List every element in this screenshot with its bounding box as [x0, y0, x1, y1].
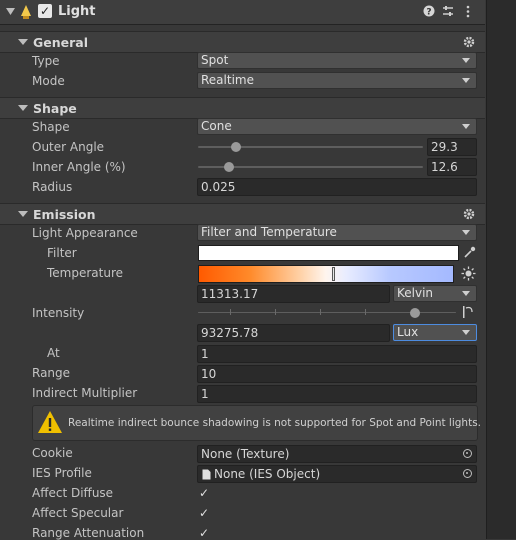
intensity-tick [275, 309, 276, 315]
outer-angle-label: Outer Angle [32, 140, 105, 154]
component-enabled-checkbox[interactable]: ✓ [38, 4, 52, 18]
radius-field[interactable]: 0.025 [197, 178, 477, 196]
ies-profile-object-field[interactable]: None (IES Object) [197, 465, 477, 483]
light-appearance-value: Filter and Temperature [201, 225, 337, 239]
warning-icon [38, 411, 62, 433]
section-general[interactable]: General [0, 31, 485, 53]
section-title: Emission [33, 207, 96, 222]
filter-color-swatch[interactable] [198, 245, 459, 261]
intensity-tick [230, 309, 231, 315]
ies-profile-value: None (IES Object) [214, 467, 321, 481]
outer-angle-field[interactable]: 29.3 [427, 138, 477, 156]
outer-angle-slider-handle[interactable] [231, 142, 241, 152]
cookie-object-field[interactable]: None (Texture) [197, 445, 477, 463]
affect-specular-checkbox[interactable]: ✓ [197, 506, 211, 520]
range-label: Range [32, 366, 71, 380]
type-label: Type [32, 54, 60, 68]
chevron-down-icon [462, 330, 470, 335]
range-field[interactable]: 10 [197, 365, 477, 383]
foldout-arrow-icon[interactable] [18, 211, 28, 217]
gear-icon[interactable] [462, 207, 476, 221]
svg-text:?: ? [426, 8, 431, 18]
at-field[interactable]: 1 [197, 345, 477, 363]
light-appearance-dropdown[interactable]: Filter and Temperature [197, 224, 477, 241]
mode-dropdown[interactable]: Realtime [197, 72, 477, 89]
section-title: General [33, 35, 88, 50]
foldout-arrow-icon[interactable] [18, 105, 28, 111]
kebab-menu-icon[interactable] [465, 5, 471, 18]
scrollbar-gutter[interactable] [486, 0, 516, 539]
intensity-tick [320, 309, 321, 315]
filter-label: Filter [47, 246, 77, 260]
presets-icon[interactable] [442, 5, 454, 17]
inner-angle-field[interactable]: 12.6 [427, 158, 477, 176]
file-icon [202, 469, 211, 480]
affect-specular-label: Affect Specular [32, 506, 124, 520]
cookie-label: Cookie [32, 446, 73, 460]
object-picker-icon[interactable] [463, 449, 472, 458]
temperature-unit-dropdown[interactable]: Kelvin [393, 285, 477, 302]
mode-label: Mode [32, 74, 65, 88]
light-icon [21, 5, 31, 19]
shape-value: Cone [201, 119, 232, 133]
eyedropper-icon[interactable] [463, 246, 476, 259]
shape-dropdown[interactable]: Cone [197, 118, 477, 135]
indirect-multiplier-label: Indirect Multiplier [32, 386, 138, 400]
warning-text: Realtime indirect bounce shadowing is no… [68, 417, 482, 429]
chevron-down-icon [462, 58, 470, 63]
foldout-arrow-icon[interactable] [6, 8, 15, 16]
intensity-unit-dropdown[interactable]: Lux [393, 324, 477, 341]
at-label: At [47, 346, 60, 360]
chevron-down-icon [462, 230, 470, 235]
type-dropdown[interactable]: Spot [197, 52, 477, 69]
component-header[interactable]: ✓ Light ? [0, 0, 485, 25]
temperature-field[interactable]: 11313.17 [197, 285, 390, 303]
intensity-label: Intensity [32, 306, 85, 320]
light-appearance-label: Light Appearance [32, 226, 138, 240]
section-shape[interactable]: Shape [0, 97, 485, 119]
temperature-slider-handle[interactable] [332, 267, 335, 281]
chevron-down-icon [462, 124, 470, 129]
sun-icon [461, 266, 476, 281]
temperature-label: Temperature [47, 266, 124, 280]
ies-profile-label: IES Profile [32, 466, 92, 480]
temperature-unit-value: Kelvin [397, 286, 434, 300]
affect-diffuse-checkbox[interactable]: ✓ [197, 486, 211, 500]
warning-helpbox: Realtime indirect bounce shadowing is no… [32, 405, 482, 441]
indirect-multiplier-field[interactable]: 1 [197, 385, 477, 403]
intensity-unit-value: Lux [397, 325, 419, 339]
component-title: Light [58, 4, 96, 19]
section-emission[interactable]: Emission [0, 203, 485, 225]
object-picker-icon[interactable] [463, 469, 472, 478]
chevron-down-icon [462, 78, 470, 83]
range-attenuation-label: Range Attenuation [32, 526, 145, 540]
foldout-arrow-icon[interactable] [18, 39, 28, 45]
range-attenuation-checkbox[interactable]: ✓ [197, 526, 211, 540]
radius-label: Radius [32, 180, 73, 194]
intensity-indicator-icon [463, 306, 473, 318]
type-value: Spot [201, 53, 229, 67]
intensity-field[interactable]: 93275.78 [197, 324, 390, 342]
shape-label: Shape [32, 120, 70, 134]
intensity-slider-handle[interactable] [410, 308, 420, 318]
temperature-gradient-slider[interactable] [198, 265, 454, 283]
help-icon[interactable]: ? [423, 5, 435, 17]
cookie-value: None (Texture) [201, 447, 290, 461]
mode-value: Realtime [201, 73, 254, 87]
inner-angle-slider-handle[interactable] [224, 162, 234, 172]
gear-icon[interactable] [462, 35, 476, 49]
affect-diffuse-label: Affect Diffuse [32, 486, 114, 500]
intensity-tick [365, 309, 366, 315]
inner-angle-label: Inner Angle (%) [32, 160, 126, 174]
section-title: Shape [33, 101, 77, 116]
chevron-down-icon [462, 291, 470, 296]
